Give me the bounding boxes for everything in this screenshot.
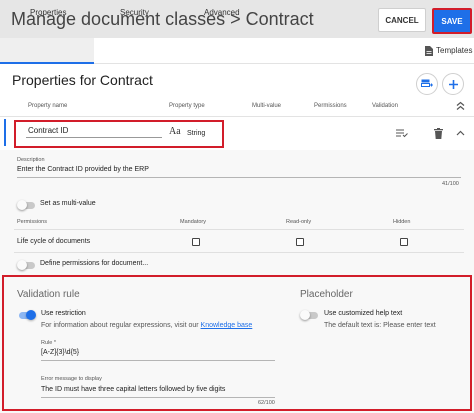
permission-column-read-only: Read-only (286, 219, 312, 225)
hidden-checkbox[interactable] (400, 238, 408, 246)
description-counter: 41/100 (442, 181, 459, 187)
property-name-input[interactable]: Contract ID (28, 126, 68, 135)
text-type-icon: Aa (169, 126, 181, 137)
templates-tab[interactable]: Templates (436, 46, 472, 55)
column-property-type: Property type (169, 103, 205, 109)
use-restriction-toggle[interactable] (17, 310, 37, 320)
placeholder-title: Placeholder (300, 289, 353, 300)
delete-icon[interactable] (434, 128, 443, 139)
permission-row-label: Life cycle of documents (17, 238, 91, 245)
tab-properties[interactable]: Properties (30, 8, 66, 17)
rule-underline (41, 360, 275, 361)
column-permissions: Permissions (314, 103, 347, 109)
permissions-header: Permissions (17, 219, 47, 225)
multi-value-label: Set as multi-value (40, 200, 96, 207)
multi-value-toggle[interactable] (17, 200, 37, 210)
tab-advanced[interactable]: Advanced (204, 8, 240, 17)
rule-label: Rule * (41, 340, 56, 346)
description-label: Description (17, 157, 45, 163)
cancel-button[interactable]: CANCEL (378, 8, 426, 32)
default-help-text: The default text is: Please enter text (324, 322, 436, 329)
collapse-all-icon[interactable] (456, 101, 465, 111)
mandatory-checkbox[interactable] (192, 238, 200, 246)
property-type-value: String (187, 130, 206, 137)
divider (14, 229, 464, 230)
error-message-counter: 62/100 (258, 400, 275, 406)
section-title: Properties for Contract (12, 72, 153, 88)
description-input[interactable]: Enter the Contract ID provided by the ER… (17, 166, 149, 173)
custom-help-text-toggle[interactable] (300, 310, 320, 320)
add-group-icon (421, 79, 433, 87)
document-icon (425, 46, 433, 56)
add-group-button[interactable] (416, 73, 438, 95)
read-only-checkbox[interactable] (296, 238, 304, 246)
tab-active-indicator (0, 38, 94, 64)
custom-help-text-label: Use customized help text (324, 310, 403, 317)
regex-info-text: For information about regular expression… (41, 322, 253, 329)
save-button[interactable]: SAVE (432, 8, 472, 34)
error-message-input[interactable]: The ID must have three capital letters f… (41, 386, 225, 393)
property-name-underline (26, 137, 162, 138)
divider (14, 252, 464, 253)
error-message-underline (41, 397, 275, 398)
rule-input[interactable]: [A-Z]{3}\d{5} (41, 349, 79, 356)
use-restriction-label: Use restriction (41, 310, 86, 317)
error-message-label: Error message to display (41, 376, 102, 382)
tab-security[interactable]: Security (120, 8, 149, 17)
description-underline (17, 177, 461, 178)
define-permissions-toggle[interactable] (17, 260, 37, 270)
chevron-up-icon[interactable] (456, 130, 465, 136)
add-property-button[interactable] (442, 73, 464, 95)
column-property-name: Property name (28, 103, 68, 109)
knowledge-base-link[interactable]: Knowledge base (201, 322, 253, 329)
plus-icon (448, 79, 458, 89)
selected-row-indicator (4, 119, 6, 146)
permission-column-hidden: Hidden (393, 219, 411, 225)
divider (0, 116, 474, 117)
column-multi-value: Multi-value (252, 103, 282, 109)
validation-rule-title: Validation rule (17, 289, 80, 300)
column-validation: Validation (372, 103, 398, 109)
define-permissions-label: Define permissions for document... (40, 260, 149, 267)
validation-rule-icon[interactable] (396, 129, 408, 138)
permission-column-mandatory: Mandatory (180, 219, 206, 225)
